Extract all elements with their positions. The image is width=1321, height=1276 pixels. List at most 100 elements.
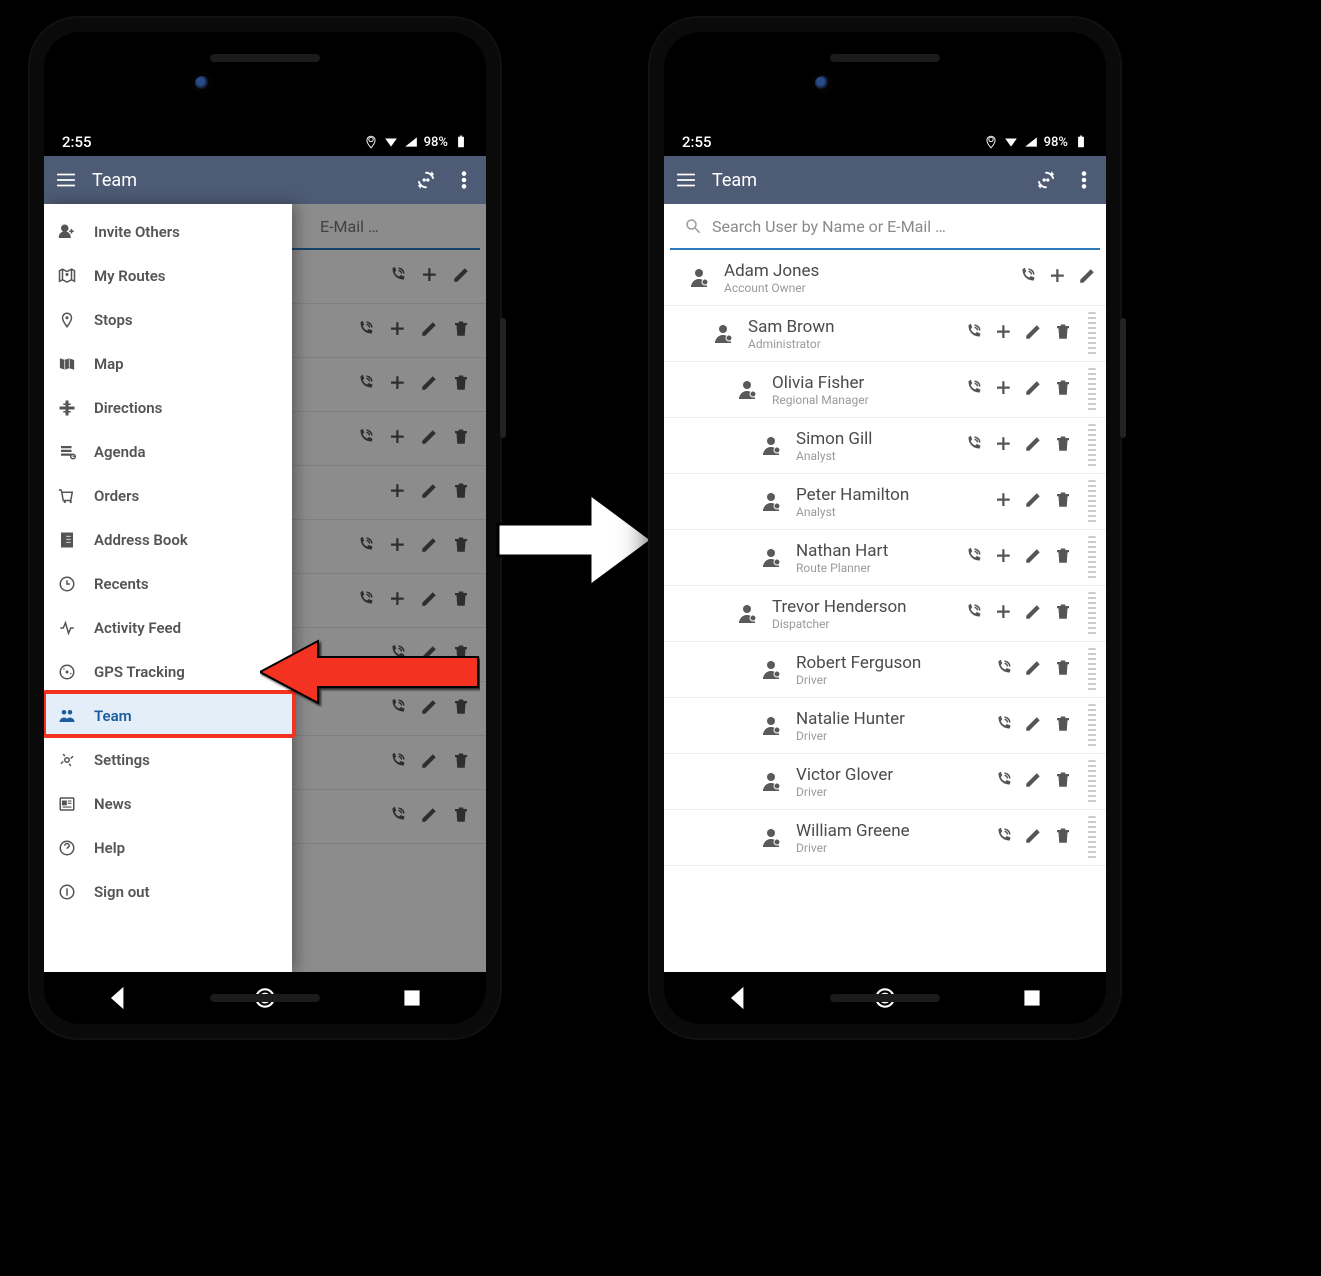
call-button[interactable] [964,323,982,345]
drawer-item-settings[interactable]: Settings [44,738,292,782]
drawer-item-map[interactable]: Map [44,342,292,386]
team-row[interactable]: Peter HamiltonAnalyst [664,474,1106,530]
edit-button[interactable] [1024,715,1042,737]
edit-button[interactable] [1024,659,1042,681]
add-button[interactable] [994,603,1012,625]
delete-button[interactable] [1054,715,1072,737]
edit-button[interactable] [1024,323,1042,345]
call-button[interactable] [994,827,1012,849]
team-row[interactable]: Olivia FisherRegional Manager [664,362,1106,418]
add-button[interactable] [994,379,1012,401]
drawer-item-label: Orders [94,487,139,505]
add-button[interactable] [994,435,1012,457]
sync-button[interactable] [414,168,438,192]
drawer-item-help[interactable]: Help [44,826,292,870]
drag-handle[interactable] [1088,424,1096,467]
menu-button[interactable] [674,168,698,192]
team-row[interactable]: Natalie HunterDriver [664,698,1106,754]
drawer-item-orders[interactable]: Orders [44,474,292,518]
team-row[interactable]: Adam JonesAccount Owner [664,250,1106,306]
drag-handle[interactable] [1088,704,1096,747]
drag-handle[interactable] [1088,592,1096,635]
delete-button[interactable] [1054,547,1072,569]
overflow-button[interactable] [1072,168,1096,192]
call-button[interactable] [994,715,1012,737]
edit-button[interactable] [1024,603,1042,625]
delete-button[interactable] [1054,435,1072,457]
drawer-item-address-book[interactable]: Address Book [44,518,292,562]
user-name: Victor Glover [796,765,984,785]
team-row[interactable]: Sam BrownAdministrator [664,306,1106,362]
team-row[interactable]: Trevor HendersonDispatcher [664,586,1106,642]
team-row[interactable]: Simon GillAnalyst [664,418,1106,474]
search-input[interactable]: Search User by Name or E-Mail … [670,204,1100,250]
drawer-item-directions[interactable]: Directions [44,386,292,430]
drawer-item-agenda[interactable]: Agenda [44,430,292,474]
status-bar: 2:55 98% [44,128,486,156]
team-row[interactable]: Nathan HartRoute Planner [664,530,1106,586]
location-icon [984,135,998,149]
delete-button[interactable] [1054,659,1072,681]
drawer-item-label: Stops [94,311,133,329]
drawer-item-gps-tracking[interactable]: GPS Tracking [44,650,292,694]
nav-back[interactable] [105,985,131,1011]
role-icon [756,714,786,738]
team-row[interactable]: William GreeneDriver [664,810,1106,866]
call-button[interactable] [964,603,982,625]
add-button[interactable] [994,491,1012,513]
delete-button[interactable] [1054,379,1072,401]
delete-button[interactable] [1054,491,1072,513]
edit-button[interactable] [1024,771,1042,793]
team-row[interactable]: Victor GloverDriver [664,754,1106,810]
drawer-item-team[interactable]: Team [44,694,292,738]
call-button[interactable] [964,379,982,401]
drag-handle[interactable] [1088,480,1096,523]
drag-handle[interactable] [1088,760,1096,803]
add-button[interactable] [994,547,1012,569]
role-icon [756,490,786,514]
edit-button[interactable] [1024,435,1042,457]
drawer-item-sign-out[interactable]: Sign out [44,870,292,914]
role-icon [732,602,762,626]
nav-recent[interactable] [1019,985,1045,1011]
delete-button[interactable] [1054,771,1072,793]
overflow-button[interactable] [452,168,476,192]
delete-button[interactable] [1054,827,1072,849]
call-button[interactable] [994,771,1012,793]
add-button[interactable] [1048,267,1066,289]
call-button[interactable] [1018,267,1036,289]
sync-button[interactable] [1034,168,1058,192]
appbar: Team [664,156,1106,204]
delete-button[interactable] [1054,603,1072,625]
call-button[interactable] [994,659,1012,681]
drawer-item-icon [58,619,76,637]
drawer-item-invite-others[interactable]: Invite Others [44,210,292,254]
edit-button[interactable] [1078,267,1096,289]
drawer-item-news[interactable]: News [44,782,292,826]
sync-icon [415,169,437,191]
drawer-item-stops[interactable]: Stops [44,298,292,342]
edit-button[interactable] [1024,379,1042,401]
drawer-item-recents[interactable]: Recents [44,562,292,606]
delete-button[interactable] [1054,323,1072,345]
drawer-item-label: Invite Others [94,223,180,241]
edit-button[interactable] [1024,827,1042,849]
team-list[interactable]: Adam JonesAccount OwnerSam BrownAdminist… [664,250,1106,972]
drag-handle[interactable] [1088,816,1096,859]
nav-back[interactable] [725,985,751,1011]
drag-handle[interactable] [1088,648,1096,691]
call-button[interactable] [964,435,982,457]
drag-handle[interactable] [1088,368,1096,411]
drawer-item-activity-feed[interactable]: Activity Feed [44,606,292,650]
drawer-item-my-routes[interactable]: My Routes [44,254,292,298]
more-vert-icon [1073,169,1095,191]
add-button[interactable] [994,323,1012,345]
team-row[interactable]: Robert FergusonDriver [664,642,1106,698]
drag-handle[interactable] [1088,536,1096,579]
edit-button[interactable] [1024,491,1042,513]
menu-button[interactable] [54,168,78,192]
nav-recent[interactable] [399,985,425,1011]
drag-handle[interactable] [1088,312,1096,355]
edit-button[interactable] [1024,547,1042,569]
call-button[interactable] [964,547,982,569]
